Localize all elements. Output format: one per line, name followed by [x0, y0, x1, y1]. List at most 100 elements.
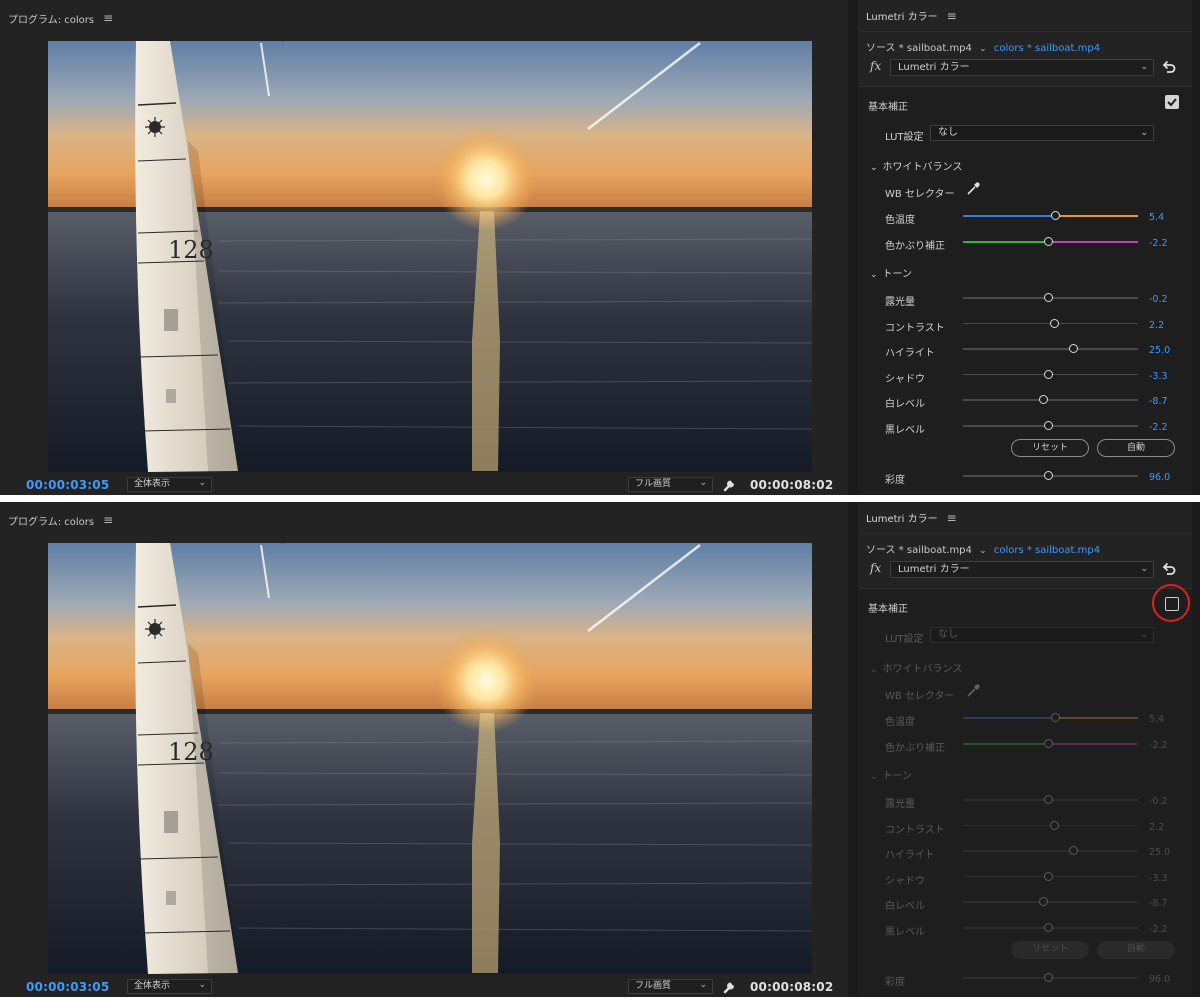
eyedropper-icon[interactable] [965, 181, 981, 197]
slider-value[interactable]: 5.4 [1149, 714, 1164, 725]
slider-knob[interactable] [1044, 421, 1054, 430]
slider-value[interactable]: 2.2 [1149, 320, 1164, 331]
video-frame[interactable]: 128 128 [48, 41, 812, 472]
slider[interactable] [963, 211, 1138, 221]
slider-knob[interactable] [1044, 973, 1054, 982]
slider-value[interactable]: -3.3 [1149, 371, 1168, 382]
slider-value[interactable]: 2.2 [1149, 822, 1164, 833]
basic-correction-title[interactable]: 基本補正 [868, 600, 908, 615]
current-timecode[interactable]: 00:00:03:05 [26, 478, 109, 492]
slider-knob[interactable] [1051, 713, 1061, 722]
slider-value[interactable]: -2.2 [1149, 740, 1168, 751]
slider-value[interactable]: -0.2 [1149, 796, 1168, 807]
panel-menu-icon[interactable]: ≡ [947, 512, 957, 524]
slider-knob[interactable] [1044, 293, 1054, 302]
slider-value[interactable]: 25.0 [1149, 847, 1170, 858]
program-title[interactable]: プログラム: colors [8, 11, 94, 26]
lumetri-panel-title[interactable]: Lumetri カラー [866, 510, 938, 525]
tone-reset-button[interactable]: リセット [1011, 941, 1089, 959]
basic-correction-title[interactable]: 基本補正 [868, 98, 908, 113]
tone-group-toggle[interactable]: ⌄ トーン [870, 265, 912, 280]
white-balance-group-toggle[interactable]: ⌄ ホワイトバランス [870, 158, 962, 173]
program-title[interactable]: プログラム: colors [8, 513, 94, 528]
slider-knob[interactable] [1044, 471, 1054, 480]
slider-knob[interactable] [1044, 923, 1054, 932]
fx-icon[interactable]: fx [870, 561, 881, 575]
reset-effect-icon[interactable] [1161, 59, 1177, 75]
chevron-down-icon[interactable]: ⌄ [979, 546, 987, 556]
effect-select[interactable]: Lumetri カラー ⌄ [890, 59, 1154, 76]
playback-resolution-select[interactable]: フル画質 ⌄ [628, 477, 713, 492]
tone-group-toggle[interactable]: ⌄ トーン [870, 767, 912, 782]
slider-knob[interactable] [1039, 395, 1048, 405]
clip-selector[interactable]: ソース * sailboat.mp4 ⌄ colors * sailboat.m… [866, 39, 1100, 54]
slider-value[interactable]: -0.2 [1149, 294, 1168, 305]
playback-resolution-select[interactable]: フル画質 ⌄ [628, 979, 713, 994]
wrench-icon[interactable] [722, 978, 738, 994]
eyedropper-icon[interactable] [965, 683, 981, 699]
wrench-icon[interactable] [722, 476, 738, 492]
slider[interactable] [963, 846, 1138, 856]
slider-knob[interactable] [1044, 369, 1054, 379]
lumetri-panel-title[interactable]: Lumetri カラー [866, 8, 938, 23]
fx-icon[interactable]: fx [870, 59, 881, 73]
slider[interactable] [963, 923, 1138, 933]
tone-auto-button[interactable]: 自動 [1097, 941, 1175, 959]
slider-knob[interactable] [1044, 237, 1054, 246]
reset-effect-icon[interactable] [1161, 561, 1177, 577]
slider-knob[interactable] [1049, 318, 1059, 328]
source-clip[interactable]: ソース * sailboat.mp4 [866, 43, 972, 54]
effect-select[interactable]: Lumetri カラー ⌄ [890, 561, 1154, 578]
slider[interactable] [963, 871, 1138, 882]
slider[interactable] [963, 973, 1138, 983]
slider-knob[interactable] [1039, 897, 1048, 907]
slider[interactable] [963, 471, 1138, 481]
sequence-clip[interactable]: colors * sailboat.mp4 [994, 545, 1100, 556]
slider-knob[interactable] [1068, 846, 1078, 856]
white-balance-group-toggle[interactable]: ⌄ ホワイトバランス [870, 660, 962, 675]
slider[interactable] [963, 344, 1138, 354]
slider-value[interactable]: -2.2 [1149, 238, 1168, 249]
slider-knob[interactable] [1044, 795, 1054, 804]
lut-select[interactable]: なし ⌄ [930, 627, 1154, 643]
slider[interactable] [963, 421, 1138, 431]
tone-reset-button[interactable]: リセット [1011, 439, 1089, 457]
video-frame[interactable]: 128 128 [48, 543, 812, 974]
slider-value[interactable]: 96.0 [1149, 974, 1170, 985]
sequence-clip[interactable]: colors * sailboat.mp4 [994, 43, 1100, 54]
slider-value[interactable]: 25.0 [1149, 345, 1170, 356]
slider[interactable] [963, 395, 1138, 405]
slider[interactable] [963, 713, 1138, 723]
slider-knob[interactable] [1044, 871, 1054, 881]
lut-select[interactable]: なし ⌄ [930, 125, 1154, 141]
slider[interactable] [963, 369, 1138, 380]
panel-menu-icon[interactable]: ≡ [103, 12, 113, 24]
slider[interactable] [963, 293, 1138, 303]
slider-value[interactable]: -2.2 [1149, 422, 1168, 433]
slider-value[interactable]: 5.4 [1149, 212, 1164, 223]
panel-menu-icon[interactable]: ≡ [947, 10, 957, 22]
slider-value[interactable]: -8.7 [1149, 396, 1168, 407]
slider[interactable] [963, 739, 1138, 749]
slider[interactable] [963, 820, 1138, 831]
slider[interactable] [963, 897, 1138, 907]
slider[interactable] [963, 237, 1138, 247]
slider-knob[interactable] [1051, 211, 1061, 220]
slider-knob[interactable] [1049, 820, 1059, 830]
slider-value[interactable]: -3.3 [1149, 873, 1168, 884]
slider[interactable] [963, 318, 1138, 329]
zoom-level-select[interactable]: 全体表示 ⌄ [127, 979, 212, 994]
slider-value[interactable]: 96.0 [1149, 472, 1170, 483]
tone-auto-button[interactable]: 自動 [1097, 439, 1175, 457]
slider-knob[interactable] [1068, 344, 1078, 354]
slider-value[interactable]: -2.2 [1149, 924, 1168, 935]
slider-value[interactable]: -8.7 [1149, 898, 1168, 909]
slider-knob[interactable] [1044, 739, 1054, 748]
chevron-down-icon[interactable]: ⌄ [979, 44, 987, 54]
slider[interactable] [963, 795, 1138, 805]
current-timecode[interactable]: 00:00:03:05 [26, 980, 109, 994]
source-clip[interactable]: ソース * sailboat.mp4 [866, 545, 972, 556]
basic-correction-enable-checkbox[interactable] [1165, 95, 1179, 109]
clip-selector[interactable]: ソース * sailboat.mp4 ⌄ colors * sailboat.m… [866, 541, 1100, 556]
panel-menu-icon[interactable]: ≡ [103, 514, 113, 526]
